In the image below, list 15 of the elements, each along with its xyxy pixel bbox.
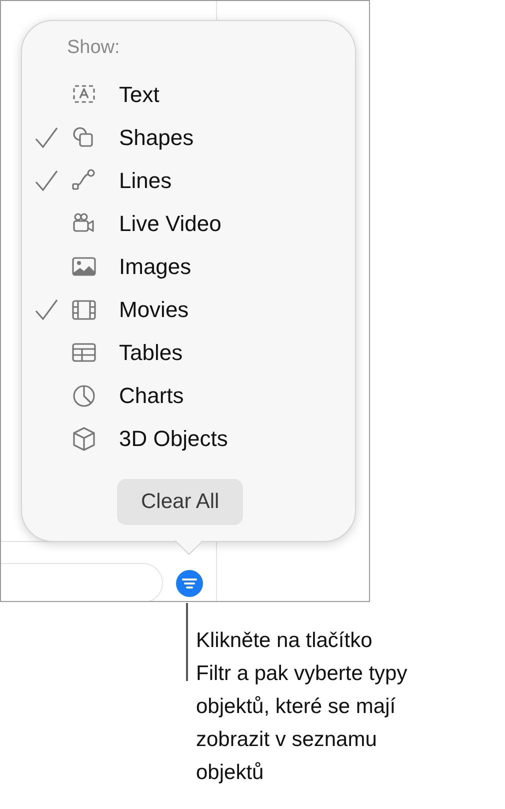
menu-item[interactable]: Images [119,250,192,283]
search-field[interactable] [1,563,163,601]
menu-item[interactable]: Shapes [119,121,194,154]
menu-item[interactable]: Charts [119,379,184,412]
callout-text: Klikněte na tlačítko Filtr a pak vyberte typy objektů, které se mají zobrazit v seznamu objektů [196,628,408,786]
cube-icon [70,424,98,452]
menu-item[interactable]: Movies [119,293,189,326]
filter-button[interactable] [176,570,203,597]
menu-item[interactable]: Text [119,78,160,111]
popover-heading: Show: [66,36,121,60]
menu-item[interactable]: Tables [119,336,183,369]
menu-item[interactable]: Lines [119,164,172,197]
menu-item[interactable]: 3D Objects [119,422,228,455]
clear-all-button[interactable]: Clear All [117,479,244,525]
menu-item[interactable]: Live Video [119,207,222,240]
